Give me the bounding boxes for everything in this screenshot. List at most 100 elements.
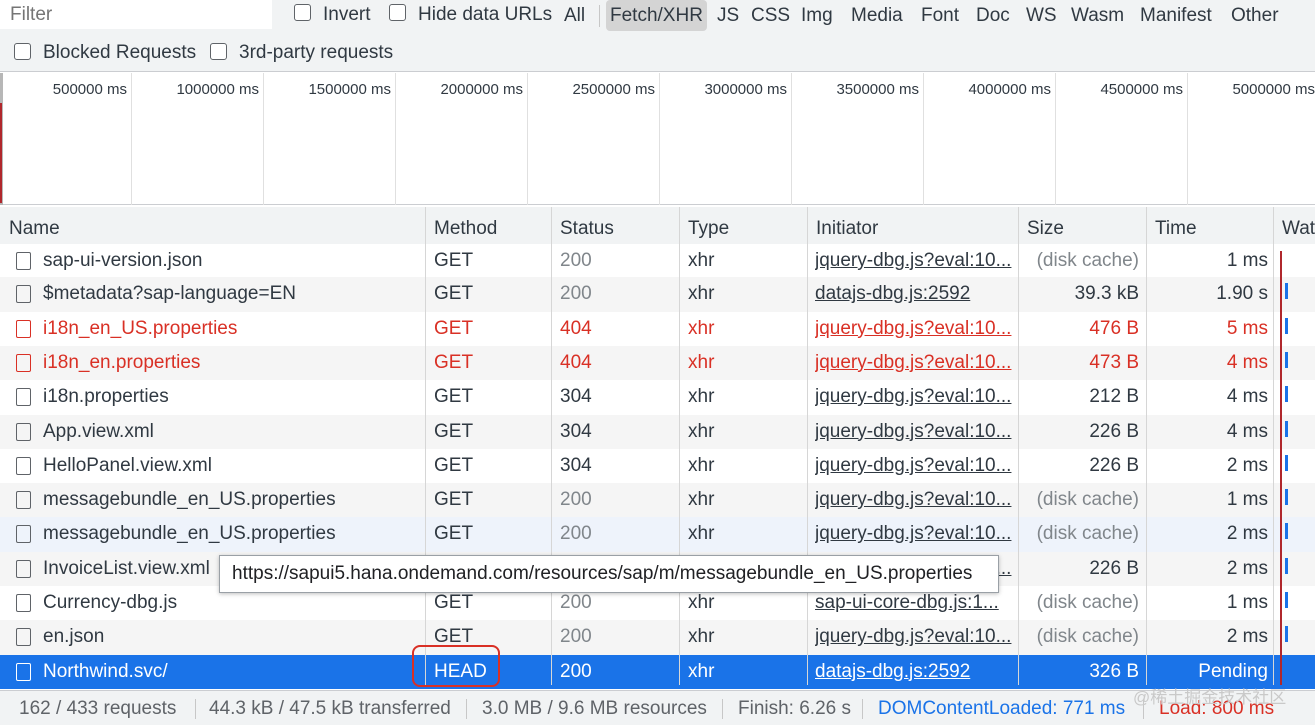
request-time: 1.90 s [1216, 283, 1268, 305]
request-initiator[interactable]: jquery-dbg.js?eval:10... [815, 620, 1013, 654]
column-divider[interactable] [807, 207, 808, 685]
request-size: 326 B [1089, 660, 1139, 682]
type-filter-wasm[interactable]: Wasm [1071, 0, 1124, 31]
request-time: 1 ms [1226, 489, 1268, 511]
type-filter-js[interactable]: JS [717, 0, 739, 31]
load-marker [0, 103, 2, 203]
request-type: xhr [688, 489, 715, 511]
request-method: GET [434, 283, 474, 305]
request-type: xhr [688, 283, 715, 305]
type-filter-media[interactable]: Media [851, 0, 903, 31]
request-status: 304 [560, 386, 592, 408]
request-row[interactable]: i18n.properties GET 304 xhr jquery-dbg.js?ev… [0, 380, 1315, 415]
request-name: messagebundle_en_US.properties [43, 489, 336, 511]
request-time: 2 ms [1226, 454, 1268, 476]
request-size: (disk cache) [1036, 250, 1139, 271]
request-size: 226 B [1089, 420, 1139, 442]
type-filter-other[interactable]: Other [1231, 0, 1279, 31]
request-name: en.json [43, 626, 105, 648]
request-size: (disk cache) [1036, 489, 1139, 511]
request-name: i18n_en.properties [43, 351, 201, 373]
request-row[interactable]: HelloPanel.view.xml GET 304 xhr jquery-dbg.j… [0, 448, 1315, 484]
request-initiator[interactable]: jquery-dbg.js?eval:10... [815, 483, 1013, 517]
timeline-tick-label: 5000000 ms [1232, 81, 1315, 98]
request-size: 226 B [1089, 557, 1139, 579]
request-initiator[interactable]: jquery-dbg.js?eval:10... [815, 244, 1013, 278]
third-party-checkbox[interactable] [210, 43, 227, 60]
type-filter-font[interactable]: Font [921, 0, 959, 31]
hide-data-urls-checkbox[interactable] [389, 4, 406, 21]
finish-time: Finish: 6.26 s [738, 698, 851, 719]
request-method: GET [434, 351, 474, 373]
request-size: 476 B [1089, 317, 1139, 339]
file-icon [16, 594, 31, 612]
request-initiator[interactable]: jquery-dbg.js?eval:10... [815, 449, 1013, 483]
request-initiator[interactable]: datajs-dbg.js:2592 [815, 277, 1013, 311]
request-size: 226 B [1089, 454, 1139, 476]
type-filter-img[interactable]: Img [801, 0, 833, 31]
file-icon [16, 525, 31, 544]
filter-toolbar: Invert Hide data URLs All Fetch/XHR JS C… [0, 0, 1315, 34]
request-row[interactable]: i18n_en.properties GET 404 xhr jquery-dbg.js… [0, 345, 1315, 381]
request-initiator[interactable]: jquery-dbg.js?eval:10... [815, 346, 1013, 380]
blocked-requests-label: Blocked Requests [43, 42, 197, 63]
request-time: 2 ms [1226, 557, 1268, 579]
request-row[interactable]: messagebundle_en_US.properties GET 200 xhr j… [0, 483, 1315, 518]
request-method: GET [434, 454, 474, 476]
column-divider[interactable] [551, 207, 552, 685]
blocked-requests-checkbox[interactable] [14, 43, 31, 60]
request-initiator[interactable]: datajs-dbg.js:2592 [815, 655, 1013, 689]
request-initiator[interactable]: jquery-dbg.js?eval:10... [815, 380, 1013, 414]
requests-count: 162 / 433 requests [19, 698, 177, 719]
timeline-tick-label: 3000000 ms [704, 81, 787, 98]
request-initiator[interactable]: jquery-dbg.js?eval:10... [815, 312, 1013, 346]
request-name: App.view.xml [43, 420, 154, 442]
request-row[interactable]: Northwind.svc/HEAD 200 xhr datajs-dbg.js:25… [0, 654, 1315, 689]
timeline-gridline [131, 73, 132, 205]
request-row[interactable]: App.view.xml GET 304 xhr jquery-dbg.js?eval:… [0, 414, 1315, 449]
request-row[interactable]: $metadata?sap-language=EN GET 200 xhr datajs… [0, 277, 1315, 312]
overview-timeline[interactable]: 500000 ms 1000000 ms 1500000 ms 2000000 ms 2… [0, 73, 1315, 205]
request-method: GET [434, 317, 474, 339]
request-row[interactable]: sap-ui-version.json GET 200 xhr jquery-dbg.j… [0, 244, 1315, 277]
type-filter-all[interactable]: All [564, 0, 585, 31]
invert-checkbox[interactable] [294, 4, 311, 21]
request-row[interactable]: i18n_en_US.properties GET 404 xhr jquery-dbg… [0, 311, 1315, 346]
request-time: 2 ms [1226, 626, 1268, 648]
column-divider[interactable] [425, 207, 426, 685]
column-divider[interactable] [1273, 207, 1274, 685]
request-status: 404 [560, 351, 592, 373]
request-initiator[interactable]: jquery-dbg.js?eval:10... [815, 415, 1013, 449]
request-status: 200 [560, 660, 592, 682]
waterfall-bar [1285, 489, 1288, 506]
status-bar: 162 / 433 requests 44.3 kB / 47.5 kB tra… [0, 690, 1315, 725]
request-initiator[interactable]: jquery-dbg.js?eval:10... [815, 517, 1013, 551]
waterfall-bar [1285, 557, 1288, 574]
type-filter-fetch-xhr[interactable]: Fetch/XHR [606, 0, 707, 31]
column-divider[interactable] [1146, 207, 1147, 685]
column-divider[interactable] [1018, 207, 1019, 685]
type-filter-ws[interactable]: WS [1026, 0, 1057, 31]
request-name: $metadata?sap-language=EN [43, 283, 296, 305]
request-type: xhr [688, 351, 715, 373]
request-time: 4 ms [1226, 420, 1268, 442]
column-divider[interactable] [679, 207, 680, 685]
timeline-tick-label: 500000 ms [52, 81, 127, 98]
request-type: xhr [688, 523, 715, 545]
request-status: 304 [560, 420, 592, 442]
type-filter-css[interactable]: CSS [751, 0, 790, 31]
file-icon [16, 456, 31, 475]
timeline-gridline [395, 73, 396, 205]
type-filter-manifest[interactable]: Manifest [1140, 0, 1212, 31]
type-filter-doc[interactable]: Doc [976, 0, 1010, 31]
waterfall-bar [1285, 317, 1288, 334]
request-row[interactable]: en.json GET 200 xhr jquery-dbg.js?eval:10...… [0, 620, 1315, 655]
request-status: 200 [560, 626, 592, 648]
timeline-gridline [1187, 73, 1188, 205]
request-time: 5 ms [1226, 317, 1268, 339]
file-icon [16, 491, 31, 510]
url-tooltip: https://sapui5.hana.ondemand.com/resourc… [219, 555, 999, 593]
filter-input[interactable] [0, 0, 272, 29]
request-row[interactable]: messagebundle_en_US.properties GET 200 xhr j… [0, 517, 1315, 552]
request-time: 1 ms [1226, 592, 1268, 613]
